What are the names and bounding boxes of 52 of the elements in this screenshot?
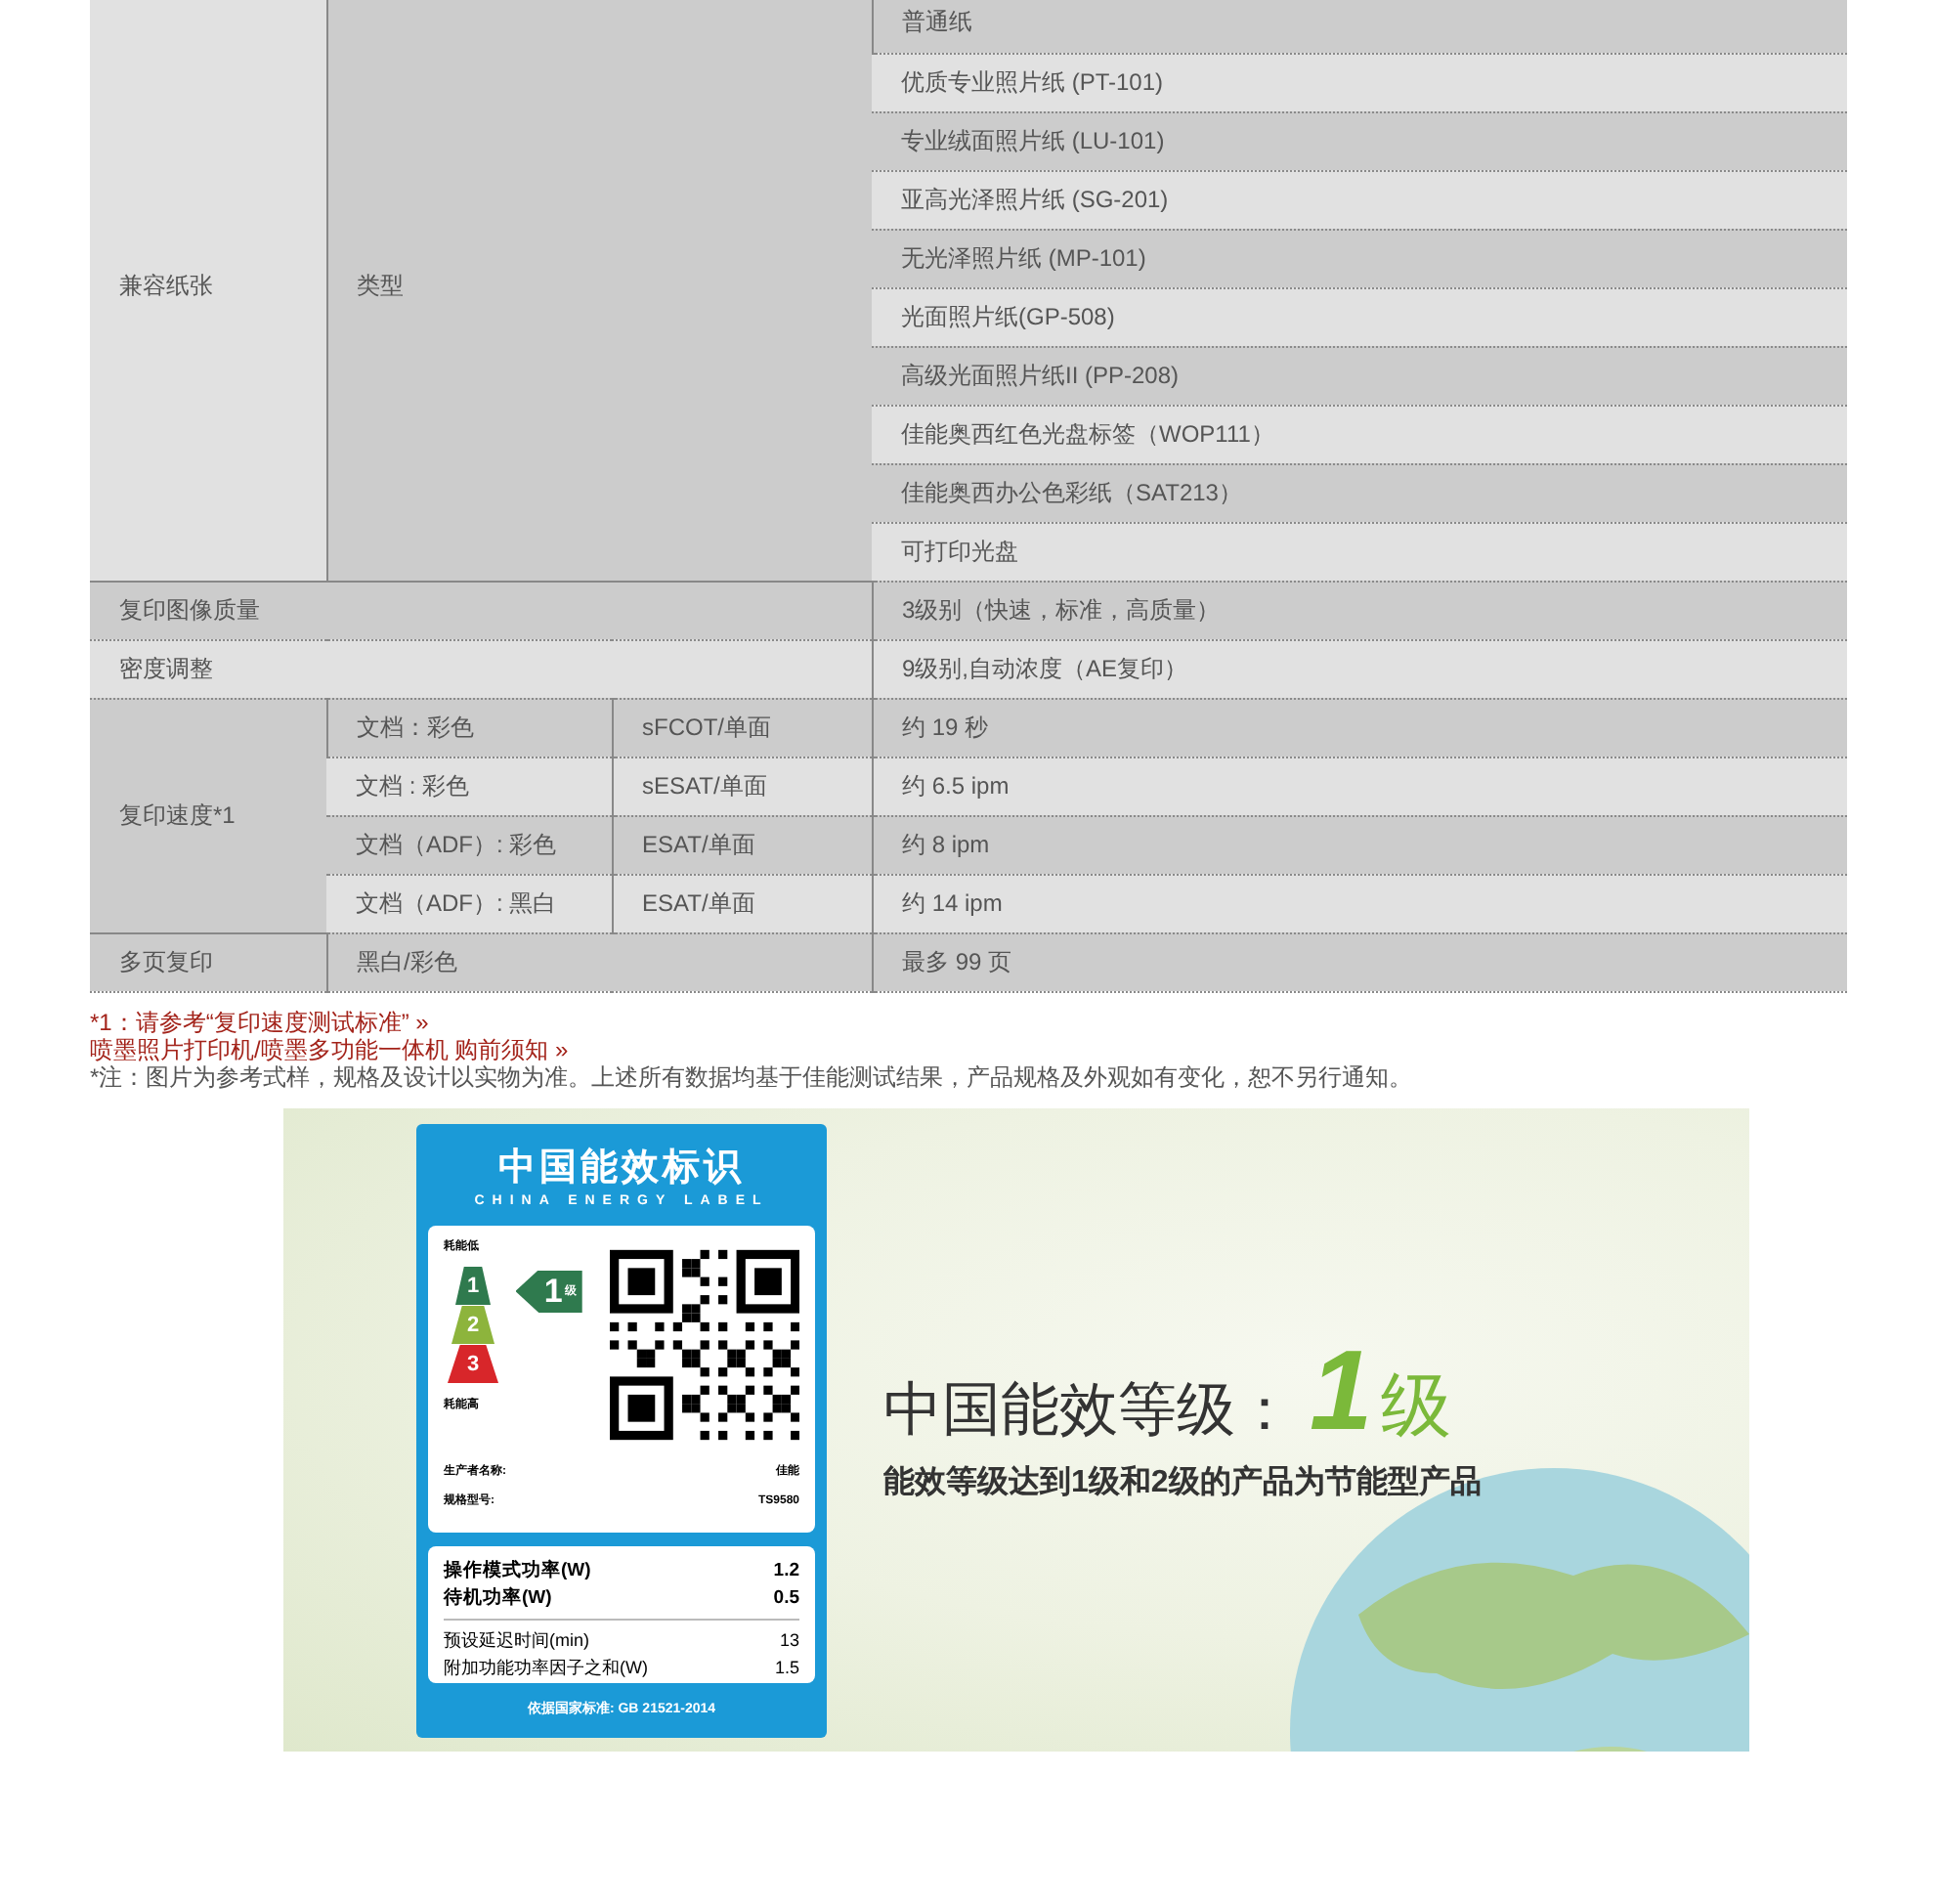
row-sublabel: 类型 <box>326 0 872 581</box>
table-cell: 专业绒面照片纸 (LU-101) <box>872 111 1847 170</box>
spec-value: 0.5 <box>773 1584 799 1612</box>
spec-value: 1.2 <box>773 1557 799 1584</box>
row-label: 复印速度*1 <box>90 698 326 932</box>
table-cell: sFCOT/单面 <box>612 698 872 757</box>
grade-bar: 1 <box>455 1266 491 1305</box>
spec-name: 待机功率(W) <box>444 1584 552 1612</box>
table-cell: 亚高光泽照片纸 (SG-201) <box>872 170 1847 229</box>
grade-bar: 2 <box>452 1305 494 1344</box>
table-cell: 文档 : 彩色 <box>326 757 612 815</box>
table-cell: 约 8 ipm <box>872 815 1847 874</box>
spec-value: 13 <box>779 1627 799 1653</box>
table-cell: 文档：彩色 <box>326 698 612 757</box>
label-title: 中国能效标识 <box>498 1147 745 1190</box>
table-cell: 佳能奥西办公色彩纸（SAT213） <box>872 463 1847 522</box>
spec-name: 附加功能功率因子之和(W) <box>444 1655 648 1680</box>
table-cell: 高级光面照片纸II (PP-208) <box>872 346 1847 405</box>
headline-text: 中国能效等级： <box>883 1375 1294 1446</box>
table-cell: 光面照片纸(GP-508) <box>872 287 1847 346</box>
table-cell: 最多 99 页 <box>872 932 1847 991</box>
table-cell: 黑白/彩色 <box>326 932 872 991</box>
table-cell: 9级别,自动浓度（AE复印） <box>872 639 1847 698</box>
row-label: 兼容纸张 <box>90 0 326 581</box>
headline-grade: 1 <box>1310 1324 1373 1455</box>
table-cell: 约 19 秒 <box>872 698 1847 757</box>
grade-bar: 3 <box>448 1344 498 1383</box>
note-text: *注：图片为参考式样，规格及设计以实物为准。上述所有数据均基于佳能测试结果，产品规格及外观如有变化，恕不另行通知。 <box>90 1062 1413 1090</box>
table-cell: 3级别（快速，标准，高质量） <box>872 581 1847 639</box>
table-cell: 约 6.5 ipm <box>872 757 1847 815</box>
headline-unit: 级 <box>1380 1362 1451 1448</box>
spec-name: 操作模式功率(W) <box>444 1557 591 1584</box>
table-cell: ESAT/单面 <box>612 815 872 874</box>
rating-number: 1 <box>543 1272 563 1311</box>
table-cell: 可打印光盘 <box>872 522 1847 581</box>
table-cell: 文档（ADF）: 黑白 <box>326 874 612 932</box>
table-cell: 优质专业照片纸 (PT-101) <box>872 53 1847 111</box>
banner-description: 能效等级达到1级和2级的产品为节能型产品 <box>883 1462 1482 1502</box>
row-label: 复印图像质量 <box>90 581 872 639</box>
spec-value: 1.5 <box>774 1655 799 1680</box>
table-cell: 文档（ADF）: 彩色 <box>326 815 612 874</box>
table-cell: ESAT/单面 <box>612 874 872 932</box>
note-link[interactable]: *1：请参考“复印速度测试标准” » <box>90 1008 429 1035</box>
table-cell: 佳能奥西红色光盘标签（WOP111） <box>872 405 1847 463</box>
table-cell: sESAT/单面 <box>612 757 872 815</box>
note-link[interactable]: 喷墨照片打印机/喷墨多功能一体机 购前须知 » <box>90 1035 569 1062</box>
table-cell: 普通纸 <box>872 0 1847 53</box>
row-label: 密度调整 <box>90 639 872 698</box>
table-cell: 约 14 ipm <box>872 874 1847 932</box>
row-label: 多页复印 <box>90 932 326 991</box>
table-cell: 无光泽照片纸 (MP-101) <box>872 229 1847 287</box>
spec-name: 预设延迟时间(min) <box>444 1627 589 1653</box>
